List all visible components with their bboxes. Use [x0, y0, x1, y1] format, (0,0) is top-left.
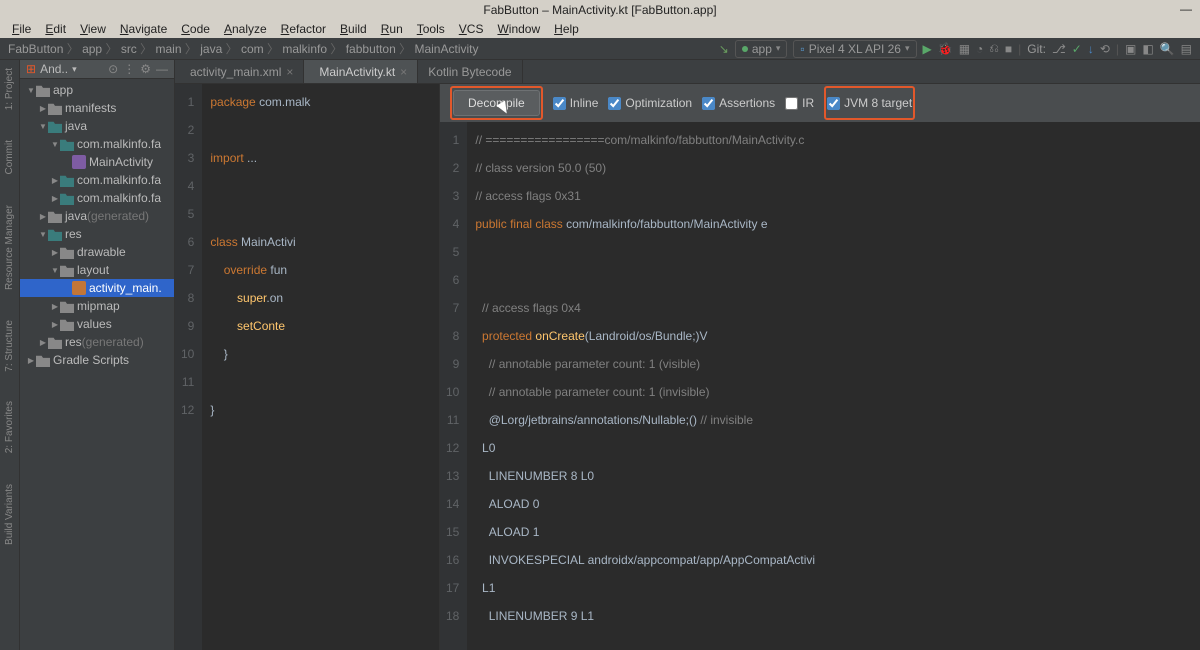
- menu-refactor[interactable]: Refactor: [275, 22, 332, 36]
- tab-mainactivity[interactable]: MainActivity.kt×: [304, 60, 418, 83]
- git-commit-icon[interactable]: ✓: [1072, 42, 1082, 56]
- breadcrumb: FabButton 〉 app 〉 src 〉 main 〉 java 〉 co…: [0, 38, 1200, 60]
- tree-node[interactable]: ▶Gradle Scripts: [20, 351, 174, 369]
- tab-bytecode[interactable]: Kotlin Bytecode: [418, 60, 522, 83]
- tree-node[interactable]: ▶mipmap: [20, 297, 174, 315]
- tool-tab[interactable]: Build Variants: [4, 484, 15, 545]
- breadcrumb-item[interactable]: malkinfo: [282, 42, 327, 56]
- tree-node[interactable]: ▶drawable: [20, 243, 174, 261]
- opt-ir[interactable]: IR: [785, 89, 814, 117]
- menu-build[interactable]: Build: [334, 22, 373, 36]
- profile-icon[interactable]: ◔: [976, 42, 983, 56]
- breadcrumb-item[interactable]: java: [200, 42, 222, 56]
- stop-icon[interactable]: ■: [1005, 42, 1012, 56]
- kotlin-editor[interactable]: 123456789101112 package com.malkimport .…: [175, 84, 440, 650]
- tree-node[interactable]: ▼app: [20, 81, 174, 99]
- tree-node[interactable]: MainActivity: [20, 153, 174, 171]
- git-history-icon[interactable]: ⟲: [1100, 42, 1110, 56]
- bytecode-editor[interactable]: 123456789101112131415161718 // =========…: [440, 122, 1200, 650]
- tool-tab[interactable]: Commit: [4, 140, 15, 174]
- opt-jvm-8-target[interactable]: JVM 8 target: [827, 89, 912, 117]
- breadcrumb-item[interactable]: main: [156, 42, 182, 56]
- sdk-icon[interactable]: ◧: [1142, 42, 1153, 56]
- menu-view[interactable]: View: [74, 22, 112, 36]
- menu-tools[interactable]: Tools: [411, 22, 451, 36]
- minimize-icon[interactable]: —: [1180, 2, 1192, 16]
- breadcrumb-item[interactable]: com: [241, 42, 264, 56]
- tool-tab[interactable]: 1: Project: [4, 68, 15, 110]
- editor-tabs: activity_main.xml× MainActivity.kt× Kotl…: [175, 60, 1200, 84]
- menu-analyze[interactable]: Analyze: [218, 22, 273, 36]
- opt-optimization[interactable]: Optimization: [608, 89, 692, 117]
- menu-vcs[interactable]: VCS: [453, 22, 490, 36]
- tree-node[interactable]: ▼com.malkinfo.fa: [20, 135, 174, 153]
- decompile-button[interactable]: Decompile: [453, 90, 540, 116]
- search-icon[interactable]: 🔍: [1160, 42, 1175, 56]
- window-title: FabButton – MainActivity.kt [FabButton.a…: [483, 3, 716, 17]
- attach-icon[interactable]: ⎌: [989, 41, 999, 56]
- settings-icon[interactable]: ▤: [1181, 42, 1192, 56]
- device-select[interactable]: ▫Pixel 4 XL API 26▾: [793, 40, 916, 58]
- menu-window[interactable]: Window: [491, 22, 546, 36]
- menu-bar: FileEditViewNavigateCodeAnalyzeRefactorB…: [0, 20, 1200, 38]
- tree-node[interactable]: ▶java (generated): [20, 207, 174, 225]
- breadcrumb-item[interactable]: src: [121, 42, 137, 56]
- menu-file[interactable]: File: [6, 22, 37, 36]
- tool-window-strip: 1: Project Commit Resource Manager 7: Struc…: [0, 60, 20, 650]
- avd-icon[interactable]: ▣: [1125, 42, 1136, 56]
- tree-node[interactable]: activity_main.: [20, 279, 174, 297]
- coverage-icon[interactable]: ▦: [959, 42, 970, 56]
- git-branch-icon[interactable]: ⎇: [1052, 42, 1066, 56]
- tree-node[interactable]: ▶com.malkinfo.fa: [20, 171, 174, 189]
- run-config[interactable]: app▾: [735, 40, 788, 58]
- breadcrumb-item[interactable]: MainActivity: [414, 42, 478, 56]
- opt-assertions[interactable]: Assertions: [702, 89, 775, 117]
- tab-layout[interactable]: activity_main.xml×: [175, 60, 304, 83]
- bytecode-toolbar: Decompile Inline Optimization Assertions IR…: [440, 84, 1200, 122]
- menu-edit[interactable]: Edit: [39, 22, 72, 36]
- tree-node[interactable]: ▼layout: [20, 261, 174, 279]
- git-label: Git:: [1027, 42, 1046, 56]
- run-icon[interactable]: ▶: [923, 42, 932, 56]
- bytecode-panel: Decompile Inline Optimization Assertions IR…: [440, 84, 1200, 650]
- breadcrumb-item[interactable]: fabbutton: [346, 42, 396, 56]
- tree-node[interactable]: ▶com.malkinfo.fa: [20, 189, 174, 207]
- tree-node[interactable]: ▶manifests: [20, 99, 174, 117]
- window-titlebar: FabButton – MainActivity.kt [FabButton.a…: [0, 0, 1200, 20]
- tree-node[interactable]: ▶values: [20, 315, 174, 333]
- tree-node[interactable]: ▶res (generated): [20, 333, 174, 351]
- sync-icon[interactable]: ↘: [719, 42, 729, 56]
- project-sidebar: ⊞And..▾ ⊙⋮⚙— ▼app▶manifests▼java▼com.mal…: [20, 60, 175, 650]
- tool-tab[interactable]: 7: Structure: [4, 320, 15, 372]
- tool-tab[interactable]: 2: Favorites: [4, 401, 15, 453]
- tree-node[interactable]: ▼res: [20, 225, 174, 243]
- tree-node[interactable]: ▼java: [20, 117, 174, 135]
- menu-help[interactable]: Help: [548, 22, 585, 36]
- menu-code[interactable]: Code: [175, 22, 216, 36]
- debug-icon[interactable]: 🐞: [938, 42, 953, 56]
- opt-inline[interactable]: Inline: [553, 89, 599, 117]
- collapse-icon[interactable]: ⊙: [108, 62, 118, 76]
- breadcrumb-item[interactable]: app: [82, 42, 102, 56]
- menu-navigate[interactable]: Navigate: [114, 22, 173, 36]
- menu-run[interactable]: Run: [375, 22, 409, 36]
- tool-tab[interactable]: Resource Manager: [4, 205, 15, 290]
- breadcrumb-item[interactable]: FabButton: [8, 42, 63, 56]
- git-update-icon[interactable]: ↓: [1088, 42, 1094, 56]
- project-view-tab[interactable]: ⊞And..▾ ⊙⋮⚙—: [20, 60, 174, 79]
